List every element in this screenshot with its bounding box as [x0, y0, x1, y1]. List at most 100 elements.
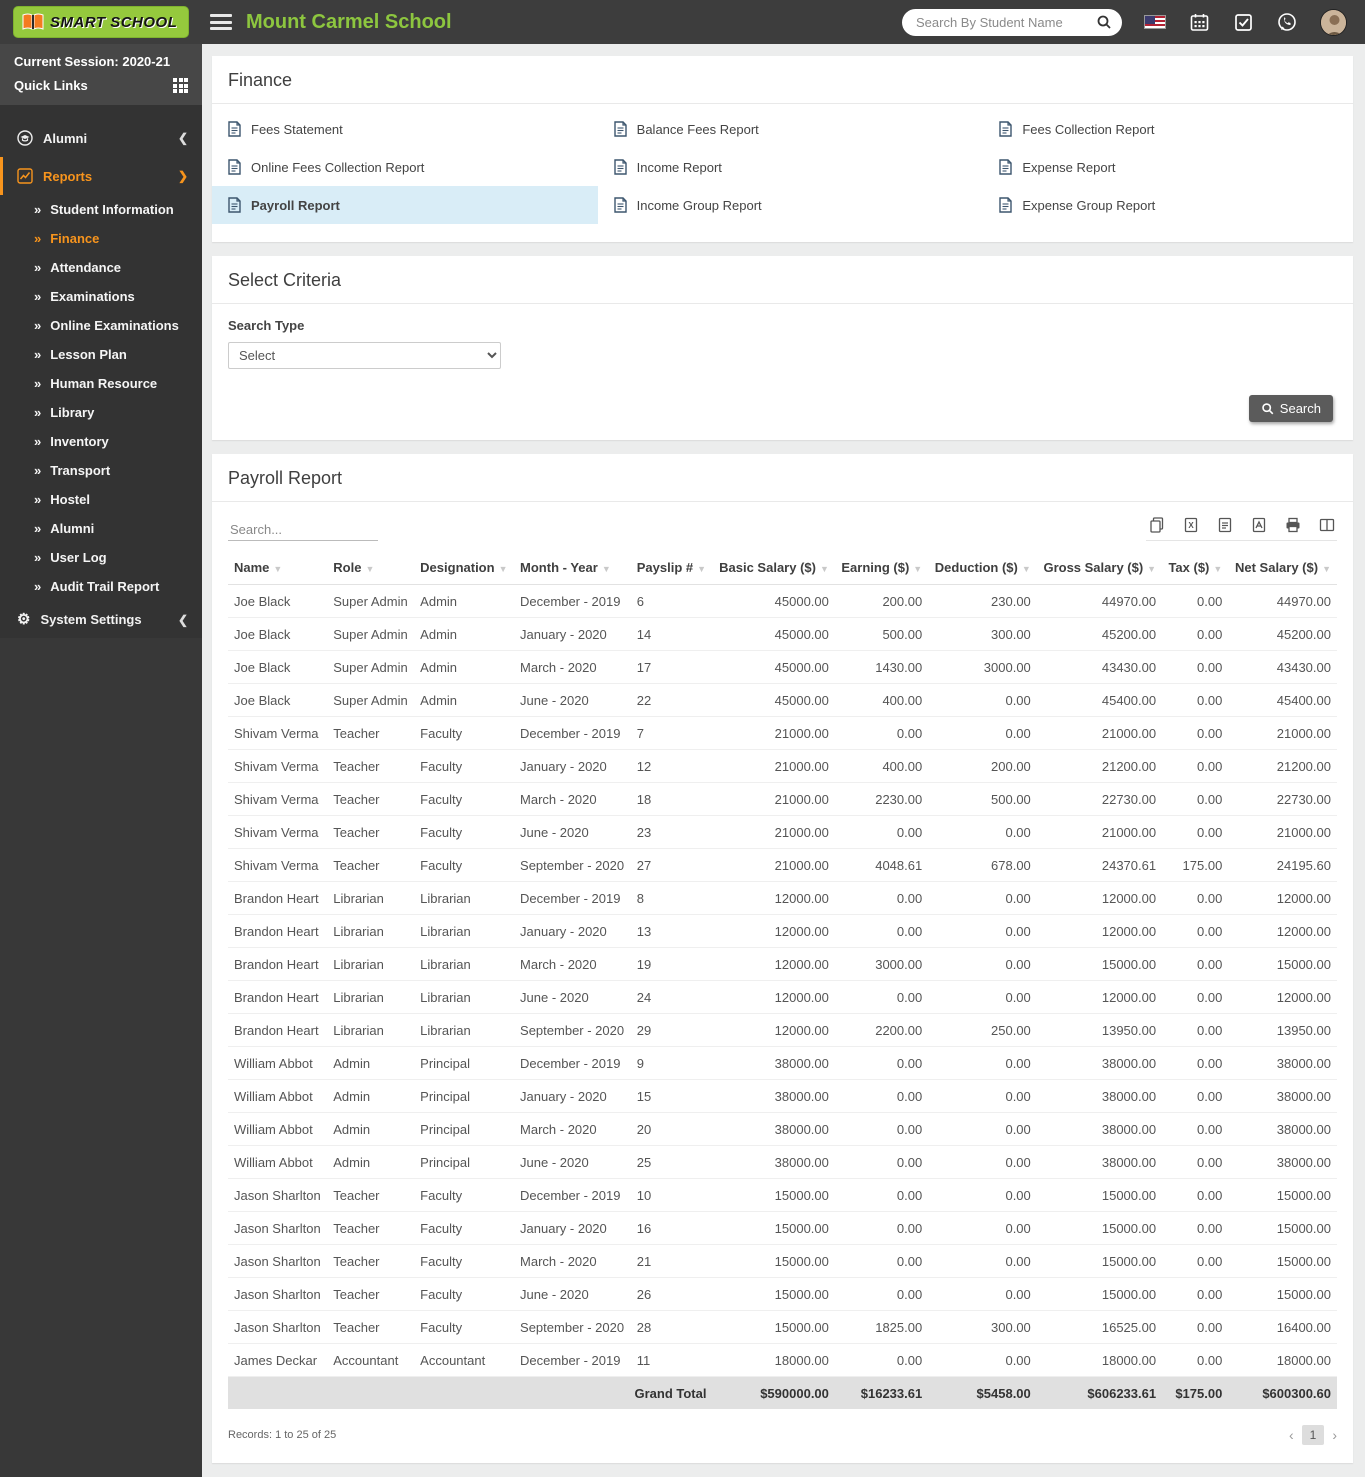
pdf-export-icon[interactable]	[1250, 516, 1267, 533]
sidebar-item-user-log[interactable]: » User Log	[0, 543, 202, 572]
whatsapp-chat-icon[interactable]	[1276, 11, 1298, 33]
payslip-number-link[interactable]: 10	[630, 1178, 713, 1212]
language-flag-icon[interactable]	[1144, 11, 1166, 33]
user-avatar[interactable]	[1320, 8, 1347, 36]
column-header-payslip[interactable]: Payslip # ▼	[630, 551, 713, 585]
payslip-number-link[interactable]: 6	[630, 584, 713, 618]
search-icon[interactable]	[1096, 14, 1112, 30]
payslip-number-link[interactable]: 25	[630, 1145, 713, 1179]
hamburger-menu-icon[interactable]	[210, 14, 232, 30]
column-header-name[interactable]: Name ▼	[228, 551, 328, 585]
finance-link-balance-fees-report[interactable]: Balance Fees Report	[598, 110, 984, 148]
column-header-role[interactable]: Role ▼	[327, 551, 415, 585]
column-header-net-salary[interactable]: Net Salary ($) ▼	[1228, 551, 1337, 585]
sidebar-item-system-settings[interactable]: ⚙ System Settings ❮	[0, 601, 202, 638]
tasks-icon[interactable]	[1232, 11, 1254, 33]
employee-name-link[interactable]: Shivam Verma	[228, 782, 328, 816]
excel-export-icon[interactable]: X	[1182, 516, 1199, 533]
employee-name-link[interactable]: Joe Black	[228, 617, 328, 651]
employee-name-link[interactable]: Jason Sharlton	[228, 1244, 328, 1278]
payslip-number-link[interactable]: 27	[630, 848, 713, 882]
employee-name-link[interactable]: Brandon Heart	[228, 980, 328, 1014]
employee-name-link[interactable]: Jason Sharlton	[228, 1211, 328, 1245]
employee-name-link[interactable]: Shivam Verma	[228, 848, 328, 882]
payslip-number-link[interactable]: 20	[630, 1112, 713, 1146]
finance-link-income-report[interactable]: Income Report	[598, 148, 984, 186]
payslip-number-link[interactable]: 13	[630, 914, 713, 948]
column-header-basic-salary[interactable]: Basic Salary ($) ▼	[712, 551, 835, 585]
column-header-earning[interactable]: Earning ($) ▼	[834, 551, 929, 585]
sidebar-item-library[interactable]: » Library	[0, 398, 202, 427]
payslip-number-link[interactable]: 23	[630, 815, 713, 849]
payslip-number-link[interactable]: 22	[630, 683, 713, 717]
sidebar-item-reports[interactable]: Reports ❯	[0, 157, 202, 195]
payslip-number-link[interactable]: 7	[630, 716, 713, 750]
pagination-prev-icon[interactable]: ‹	[1289, 1427, 1294, 1443]
search-type-select[interactable]: Select	[228, 342, 501, 369]
payslip-number-link[interactable]: 14	[630, 617, 713, 651]
sidebar-item-online-examinations[interactable]: » Online Examinations	[0, 311, 202, 340]
sidebar-item-student-information[interactable]: » Student Information	[0, 195, 202, 224]
column-header-tax[interactable]: Tax ($) ▼	[1162, 551, 1229, 585]
print-icon[interactable]	[1284, 516, 1301, 533]
payslip-number-link[interactable]: 15	[630, 1079, 713, 1113]
finance-link-payroll-report[interactable]: Payroll Report	[212, 186, 598, 224]
payslip-number-link[interactable]: 18	[630, 782, 713, 816]
payslip-number-link[interactable]: 28	[630, 1310, 713, 1344]
payslip-number-link[interactable]: 11	[630, 1343, 713, 1377]
quick-links-grid-icon[interactable]	[173, 78, 188, 93]
copy-icon[interactable]	[1148, 516, 1165, 533]
employee-name-link[interactable]: William Abbot	[228, 1079, 328, 1113]
payslip-number-link[interactable]: 17	[630, 650, 713, 684]
employee-name-link[interactable]: Brandon Heart	[228, 1013, 328, 1047]
sidebar-item-hostel[interactable]: » Hostel	[0, 485, 202, 514]
employee-name-link[interactable]: William Abbot	[228, 1112, 328, 1146]
logo-container[interactable]: SMART SCHOOL	[0, 6, 202, 38]
sidebar-item-inventory[interactable]: » Inventory	[0, 427, 202, 456]
finance-link-income-group-report[interactable]: Income Group Report	[598, 186, 984, 224]
sidebar-item-finance[interactable]: » Finance	[0, 224, 202, 253]
payslip-number-link[interactable]: 26	[630, 1277, 713, 1311]
sidebar-item-transport[interactable]: » Transport	[0, 456, 202, 485]
employee-name-link[interactable]: Jason Sharlton	[228, 1310, 328, 1344]
sidebar-item-examinations[interactable]: » Examinations	[0, 282, 202, 311]
student-search-input[interactable]	[916, 14, 1096, 30]
payslip-number-link[interactable]: 9	[630, 1046, 713, 1080]
sidebar-item-alumni[interactable]: Alumni ❮	[0, 119, 202, 157]
employee-name-link[interactable]: Brandon Heart	[228, 914, 328, 948]
employee-name-link[interactable]: James Deckar	[228, 1343, 328, 1377]
calendar-icon[interactable]	[1188, 11, 1210, 33]
sidebar-item-lesson-plan[interactable]: » Lesson Plan	[0, 340, 202, 369]
employee-name-link[interactable]: Brandon Heart	[228, 947, 328, 981]
column-header-gross-salary[interactable]: Gross Salary ($) ▼	[1036, 551, 1163, 585]
csv-export-icon[interactable]	[1216, 516, 1233, 533]
finance-link-expense-report[interactable]: Expense Report	[983, 148, 1353, 186]
finance-link-online-fees-collection-report[interactable]: Online Fees Collection Report	[212, 148, 598, 186]
employee-name-link[interactable]: William Abbot	[228, 1046, 328, 1080]
payslip-number-link[interactable]: 12	[630, 749, 713, 783]
employee-name-link[interactable]: Jason Sharlton	[228, 1178, 328, 1212]
finance-link-fees-statement[interactable]: Fees Statement	[212, 110, 598, 148]
column-header-month-year[interactable]: Month - Year ▼	[514, 551, 631, 585]
payslip-number-link[interactable]: 19	[630, 947, 713, 981]
payslip-number-link[interactable]: 16	[630, 1211, 713, 1245]
employee-name-link[interactable]: Joe Black	[228, 584, 328, 618]
employee-name-link[interactable]: William Abbot	[228, 1145, 328, 1179]
sidebar-item-human-resource[interactable]: » Human Resource	[0, 369, 202, 398]
sidebar-item-attendance[interactable]: » Attendance	[0, 253, 202, 282]
employee-name-link[interactable]: Jason Sharlton	[228, 1277, 328, 1311]
pagination-page-1[interactable]: 1	[1301, 1425, 1325, 1445]
employee-name-link[interactable]: Shivam Verma	[228, 716, 328, 750]
employee-name-link[interactable]: Joe Black	[228, 650, 328, 684]
table-search-input[interactable]	[228, 519, 378, 541]
column-header-designation[interactable]: Designation ▼	[414, 551, 515, 585]
column-header-deduction[interactable]: Deduction ($) ▼	[928, 551, 1037, 585]
pagination-next-icon[interactable]: ›	[1332, 1427, 1337, 1443]
employee-name-link[interactable]: Brandon Heart	[228, 881, 328, 915]
quick-links[interactable]: Quick Links	[14, 78, 188, 93]
finance-link-expense-group-report[interactable]: Expense Group Report	[983, 186, 1353, 224]
finance-link-fees-collection-report[interactable]: Fees Collection Report	[983, 110, 1353, 148]
employee-name-link[interactable]: Joe Black	[228, 683, 328, 717]
search-button[interactable]: Search	[1248, 395, 1333, 422]
employee-name-link[interactable]: Shivam Verma	[228, 815, 328, 849]
